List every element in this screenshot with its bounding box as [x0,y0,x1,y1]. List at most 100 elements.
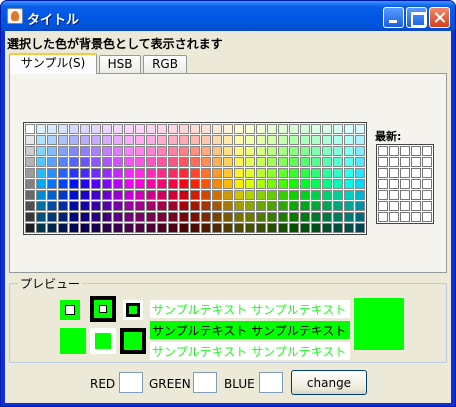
swatch-cell[interactable] [333,212,343,222]
swatch-cell[interactable] [102,223,112,233]
swatch-cell[interactable] [212,179,222,189]
swatch-cell[interactable] [311,190,321,200]
swatch-cell[interactable] [300,179,310,189]
swatch-cell[interactable] [25,190,35,200]
swatch-cell[interactable] [322,179,332,189]
swatch-cell[interactable] [146,179,156,189]
swatch-cell[interactable] [212,124,222,134]
swatch-cell[interactable] [190,124,200,134]
swatch-cell[interactable] [190,168,200,178]
swatch-cell[interactable] [355,201,365,211]
recent-color-cell[interactable] [400,190,410,200]
swatch-cell[interactable] [168,124,178,134]
swatch-cell[interactable] [80,146,90,156]
swatch-cell[interactable] [355,179,365,189]
swatch-cell[interactable] [102,190,112,200]
swatch-cell[interactable] [135,146,145,156]
swatch-cell[interactable] [256,157,266,167]
swatch-cell[interactable] [36,124,46,134]
recent-color-cell[interactable] [411,201,421,211]
recent-color-cell[interactable] [389,157,399,167]
swatch-cell[interactable] [179,201,189,211]
swatch-cell[interactable] [157,157,167,167]
swatch-cell[interactable] [91,168,101,178]
tab-swatches[interactable]: サンプル(S) [9,53,97,74]
swatch-cell[interactable] [135,190,145,200]
swatch-cell[interactable] [344,190,354,200]
swatch-cell[interactable] [223,201,233,211]
swatch-cell[interactable] [25,223,35,233]
swatch-cell[interactable] [179,135,189,145]
swatch-cell[interactable] [91,146,101,156]
swatch-cell[interactable] [190,223,200,233]
swatch-cell[interactable] [135,179,145,189]
swatch-cell[interactable] [201,179,211,189]
swatch-cell[interactable] [256,135,266,145]
swatch-cell[interactable] [168,157,178,167]
swatch-cell[interactable] [113,212,123,222]
swatch-cell[interactable] [289,190,299,200]
swatch-cell[interactable] [344,168,354,178]
swatch-cell[interactable] [157,201,167,211]
swatch-cell[interactable] [113,201,123,211]
swatch-cell[interactable] [135,124,145,134]
swatch-cell[interactable] [267,201,277,211]
swatch-cell[interactable] [135,212,145,222]
swatch-cell[interactable] [47,179,57,189]
swatch-cell[interactable] [58,146,68,156]
swatch-cell[interactable] [168,146,178,156]
swatch-cell[interactable] [333,223,343,233]
swatch-cell[interactable] [146,135,156,145]
swatch-cell[interactable] [289,146,299,156]
swatch-cell[interactable] [289,157,299,167]
swatch-cell[interactable] [267,124,277,134]
swatch-cell[interactable] [69,212,79,222]
swatch-cell[interactable] [58,168,68,178]
swatch-cell[interactable] [91,190,101,200]
recent-color-cell[interactable] [378,201,388,211]
swatch-cell[interactable] [190,135,200,145]
swatch-cell[interactable] [267,212,277,222]
swatch-cell[interactable] [124,124,134,134]
swatch-cell[interactable] [113,146,123,156]
swatch-cell[interactable] [212,223,222,233]
swatch-cell[interactable] [36,135,46,145]
swatch-cell[interactable] [47,212,57,222]
swatch-cell[interactable] [102,212,112,222]
swatch-cell[interactable] [234,124,244,134]
swatch-cell[interactable] [212,157,222,167]
swatch-cell[interactable] [157,124,167,134]
swatch-cell[interactable] [311,157,321,167]
swatch-cell[interactable] [333,168,343,178]
swatch-cell[interactable] [91,135,101,145]
swatch-cell[interactable] [201,124,211,134]
swatch-cell[interactable] [58,124,68,134]
tab-rgb[interactable]: RGB [143,55,187,73]
swatch-cell[interactable] [245,223,255,233]
swatch-cell[interactable] [168,190,178,200]
swatch-cell[interactable] [344,223,354,233]
recent-color-cell[interactable] [378,168,388,178]
swatch-cell[interactable] [245,157,255,167]
swatch-cell[interactable] [80,212,90,222]
swatch-cell[interactable] [245,190,255,200]
swatch-cell[interactable] [245,124,255,134]
swatch-cell[interactable] [223,179,233,189]
swatch-cell[interactable] [47,157,57,167]
swatch-cell[interactable] [102,146,112,156]
swatch-cell[interactable] [47,135,57,145]
swatch-cell[interactable] [80,124,90,134]
swatch-cell[interactable] [311,179,321,189]
swatch-cell[interactable] [124,179,134,189]
swatch-cell[interactable] [333,201,343,211]
swatch-cell[interactable] [135,168,145,178]
swatch-cell[interactable] [300,146,310,156]
swatch-cell[interactable] [300,168,310,178]
swatch-cell[interactable] [201,190,211,200]
swatch-cell[interactable] [179,124,189,134]
recent-color-cell[interactable] [389,179,399,189]
swatch-cell[interactable] [289,212,299,222]
swatch-cell[interactable] [311,212,321,222]
swatch-cell[interactable] [300,135,310,145]
swatch-cell[interactable] [168,212,178,222]
